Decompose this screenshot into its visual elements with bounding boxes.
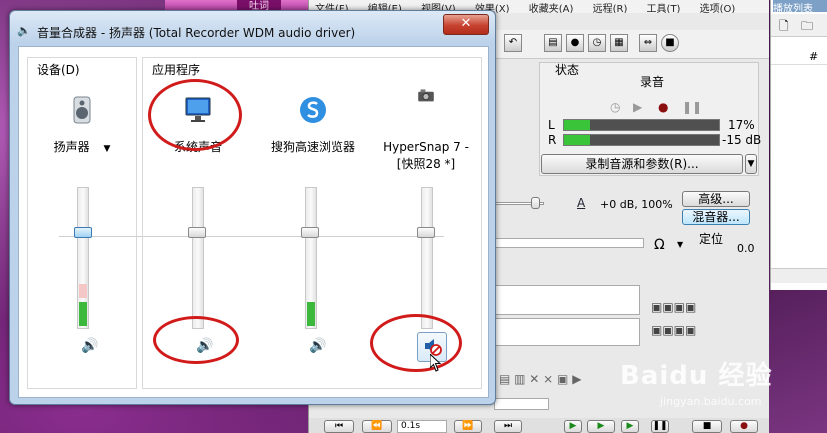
loop-icon[interactable]: Ω	[654, 237, 665, 253]
gain-slider-thumb[interactable]	[531, 197, 540, 209]
meter-r-label: R	[548, 133, 557, 147]
hypersnap-volume-track[interactable]	[421, 187, 433, 329]
menu-item-tools[interactable]: 工具(T)	[647, 4, 681, 13]
meter-l-value: 17%	[728, 118, 755, 132]
sogou-browser-label: 搜狗高速浏览器	[270, 140, 355, 154]
clip-tools-icons[interactable]: ▣▣▣▣	[651, 300, 696, 314]
sogou-browser-icon	[300, 97, 326, 123]
menu-item-options[interactable]: 选项(O)	[700, 4, 736, 13]
record-settings-icon[interactable]: ●	[566, 34, 584, 52]
open-folder-icon[interactable]: 🗀	[801, 17, 813, 38]
system-sounds-volume-thumb[interactable]	[188, 227, 206, 238]
playlist-toolbar: 🗋 🗀	[771, 14, 827, 37]
gain-text: +0 dB, 100%	[600, 198, 673, 211]
transport-bar: ⏮ ⏪ 0.1s ⏩ ⏭ ▶ ▶ ▶ ❚❚ ■ ●	[309, 418, 769, 433]
timer-icon[interactable]: ◷	[588, 34, 606, 52]
meter-l-label: L	[548, 118, 555, 132]
hypersnap-label-line1: HyperSnap 7 -	[383, 140, 469, 154]
baidu-watermark-url: jingyan.baidu.com	[660, 395, 762, 408]
menu-item-favorites[interactable]: 收藏夹(A)	[529, 4, 574, 13]
play-start-button[interactable]: ▶	[564, 420, 582, 433]
record-source-button[interactable]: 录制音源和参数(R)...	[541, 154, 743, 174]
meter-r	[563, 134, 720, 146]
menu-item-remote[interactable]: 远程(R)	[593, 4, 628, 13]
speaker-window-icon: 🔈	[17, 24, 31, 37]
position-label: 定位	[699, 232, 724, 246]
fast-forward-button[interactable]: ⏩	[454, 420, 482, 433]
stop-icon[interactable]: ■	[661, 34, 679, 52]
annotation-circle-system-speaker	[153, 316, 239, 364]
mixer-title: 音量合成器 - 扬声器 (Total Recorder WDM audio dr…	[37, 26, 356, 40]
transport-play-icon[interactable]: ▶	[633, 100, 642, 114]
speakers-name: 扬声器 ▼	[27, 139, 137, 158]
column-speakers: 扬声器 ▼ 🔊	[27, 47, 137, 397]
speakers-peak-marker	[79, 284, 87, 298]
baidu-watermark: Baidu 经验	[620, 361, 773, 391]
edit-toolbar-icons[interactable]: ▤ ▥ ✕ ⨯ ▣ ▶	[499, 372, 581, 386]
speakers-mute-icon[interactable]: 🔊	[80, 336, 100, 356]
playlist-scrollbar[interactable]	[771, 268, 827, 283]
schedule-icon[interactable]: ▦	[610, 34, 628, 52]
progress-field	[494, 238, 644, 248]
close-button[interactable]: ✕	[443, 14, 489, 35]
playlist-title: 播放列表	[773, 0, 827, 12]
split-icon[interactable]: ⇔	[639, 34, 657, 52]
playlist-window: 播放列表 🗋 🗀 #	[770, 0, 827, 290]
transport-pause-icon[interactable]: ❚❚	[682, 100, 702, 114]
play-end-button[interactable]: ▶	[621, 420, 639, 433]
column-sogou-browser: 搜狗高速浏览器 🔊	[257, 47, 369, 397]
state-value: 录音	[640, 75, 665, 89]
rewind-button[interactable]: ⏪	[362, 420, 392, 433]
mouse-cursor-icon	[430, 354, 442, 372]
speakers-level	[79, 302, 87, 326]
go-start-button[interactable]: ⏮	[324, 420, 354, 433]
edit-field	[494, 398, 549, 410]
annotation-circle-hypersnap-mute	[370, 314, 462, 372]
hypersnap-name: HyperSnap 7 - [快照28 *]	[371, 139, 481, 173]
undo-icon[interactable]: ↶	[504, 34, 522, 52]
edit-tools-icons[interactable]: ▣▣▣▣	[651, 323, 696, 337]
transport-record-icon[interactable]: ●	[658, 100, 668, 114]
annotation-circle-system-icon	[148, 79, 242, 151]
system-sounds-volume-track[interactable]	[192, 187, 204, 329]
sogou-level	[307, 302, 315, 326]
mixer-titlebar[interactable]: 🔈 音量合成器 - 扬声器 (Total Recorder WDM audio …	[10, 11, 495, 43]
hypersnap-label-line2: [快照28 *]	[396, 157, 456, 171]
sogou-volume-thumb[interactable]	[301, 227, 319, 238]
playlist-header: #	[771, 50, 827, 65]
transport-timer-icon[interactable]: ◷	[610, 100, 620, 114]
pause-button[interactable]: ❚❚	[651, 420, 669, 433]
volume-mixer-window: 🔈 音量合成器 - 扬声器 (Total Recorder WDM audio …	[9, 10, 496, 405]
record-source-dropdown[interactable]: ▼	[745, 154, 757, 174]
go-end-button[interactable]: ⏭	[494, 420, 522, 433]
speakers-label: 扬声器	[53, 140, 90, 154]
position-value: 0.0	[737, 242, 755, 255]
loop-dropdown-icon[interactable]: ▼	[677, 240, 683, 249]
advanced-button[interactable]: 高级...	[682, 191, 750, 207]
speakers-volume-track[interactable]	[77, 187, 89, 329]
mixer-button[interactable]: 混音器...	[682, 209, 750, 225]
info-field-2	[494, 318, 640, 346]
speakers-dropdown-icon[interactable]: ▼	[103, 144, 110, 154]
record-button[interactable]: ●	[730, 420, 758, 433]
gain-icon: A	[577, 196, 586, 210]
hypersnap-icon	[418, 89, 434, 102]
hypersnap-volume-thumb[interactable]	[417, 227, 435, 238]
properties-icon[interactable]: ▤	[544, 34, 562, 52]
status-label: 状态	[555, 63, 580, 77]
speed-select[interactable]: 0.1s	[397, 420, 447, 433]
meter-l	[563, 119, 720, 131]
playlist-col-number: #	[809, 50, 819, 63]
info-field-1	[494, 285, 640, 315]
sogou-mute-icon[interactable]: 🔊	[308, 336, 328, 356]
meter-r-value: -15 dB	[722, 133, 762, 147]
speakers-volume-thumb[interactable]	[74, 227, 92, 238]
stop-button[interactable]: ■	[692, 420, 722, 433]
sogou-volume-track[interactable]	[305, 187, 317, 329]
play-button[interactable]: ▶	[587, 420, 615, 433]
new-file-icon[interactable]: 🗋	[779, 17, 789, 38]
speaker-device-icon	[73, 96, 91, 124]
